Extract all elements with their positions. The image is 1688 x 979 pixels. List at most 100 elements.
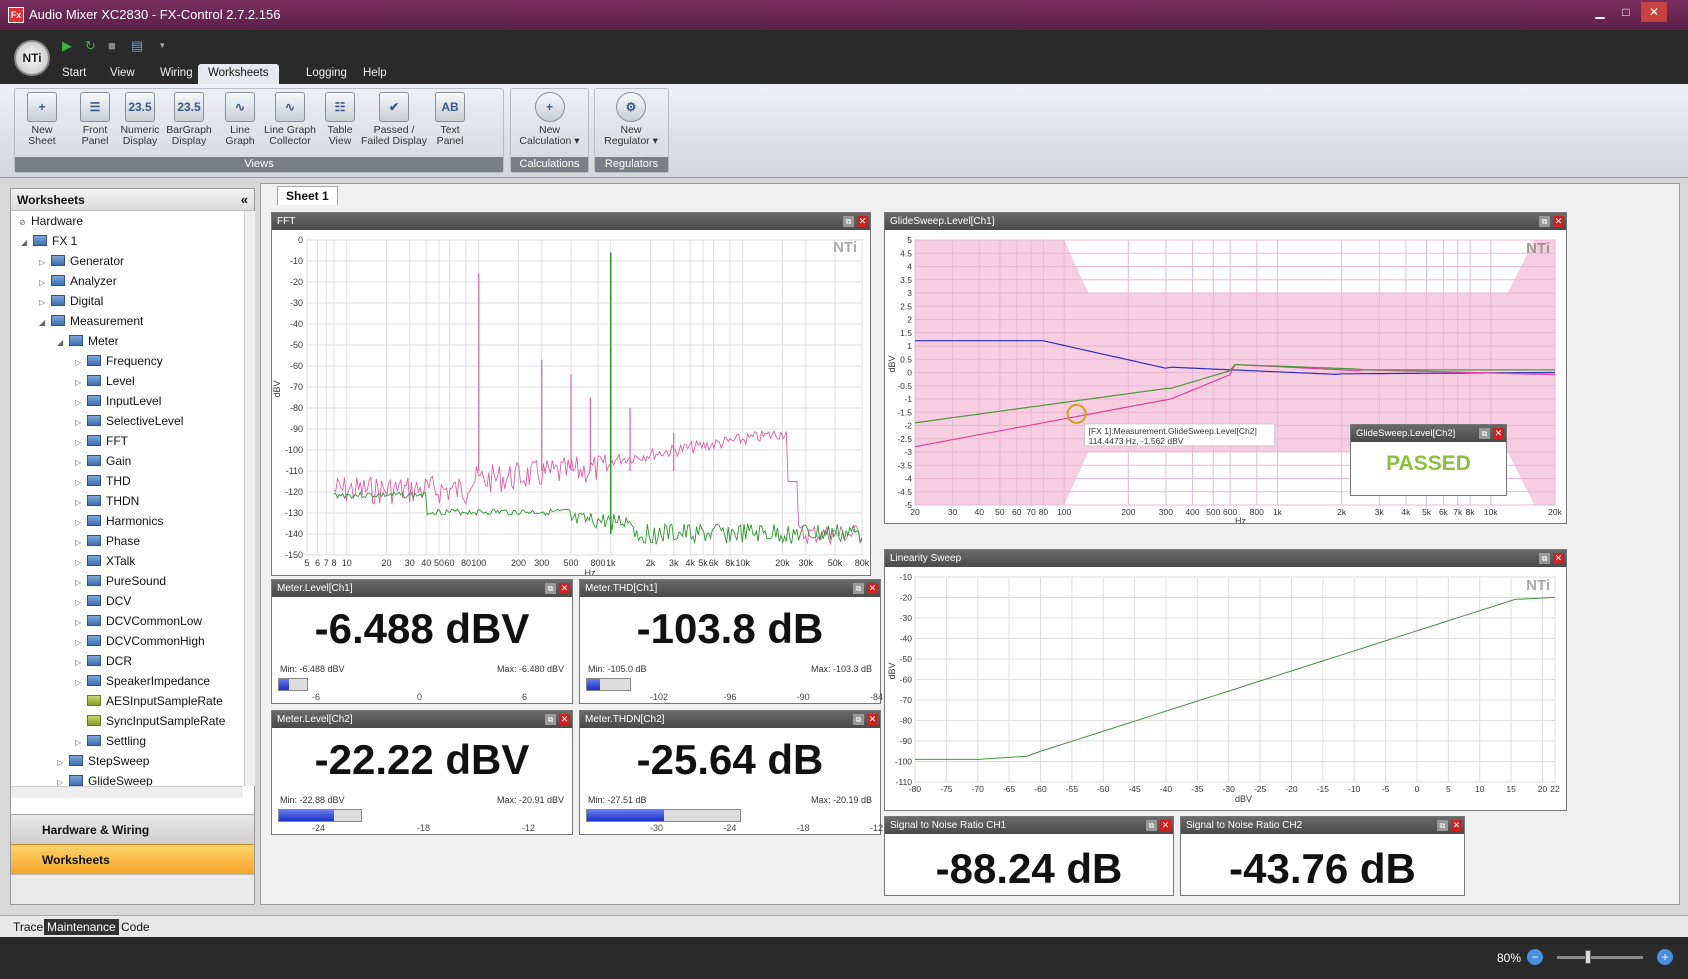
tree-item-thd[interactable]: ▷ THD	[75, 472, 131, 490]
close-panel-icon[interactable]: ✕	[1553, 553, 1564, 564]
tab-wiring[interactable]: Wiring	[150, 64, 203, 84]
expand-icon[interactable]: ▷	[75, 574, 87, 592]
nav-worksheets[interactable]: Worksheets	[11, 844, 254, 874]
tree-item-analyzer[interactable]: ▷ Analyzer	[39, 272, 117, 290]
float-icon[interactable]: ⧉	[843, 216, 854, 227]
play-icon[interactable]: ▶	[62, 38, 77, 53]
tree-item-stepsweep[interactable]: ▷ StepSweep	[57, 752, 149, 770]
passed-failed-button[interactable]: ✔ Passed / Failed Display	[361, 90, 427, 156]
tree-item-dcvcommonlow[interactable]: ▷ DCVCommonLow	[75, 612, 202, 630]
tree-item-phase[interactable]: ▷ Phase	[75, 532, 140, 550]
float-icon[interactable]: ⧉	[853, 583, 864, 594]
numeric-display-button[interactable]: 23.5 Numeric Display	[116, 90, 164, 156]
tree-item-xtalk[interactable]: ▷ XTalk	[75, 552, 135, 570]
tree-item-dcvcommonhigh[interactable]: ▷ DCVCommonHigh	[75, 632, 205, 650]
close-panel-icon[interactable]: ✕	[1553, 216, 1564, 227]
tree-item-gain[interactable]: ▷ Gain	[75, 452, 131, 470]
float-icon[interactable]: ⧉	[853, 714, 864, 725]
close-panel-icon[interactable]: ✕	[867, 583, 878, 594]
tab-logging[interactable]: Logging	[296, 64, 357, 84]
tab-sheet-1[interactable]: Sheet 1	[277, 186, 338, 205]
expand-icon[interactable]: ▷	[39, 274, 51, 292]
new-calculation-button[interactable]: + New Calculation ▾	[512, 90, 587, 156]
refresh-icon[interactable]: ↻	[85, 38, 100, 53]
tab-trace[interactable]: Trace	[10, 919, 46, 935]
app-logo[interactable]: NTi	[14, 40, 50, 76]
expand-icon[interactable]: ▷	[75, 434, 87, 452]
tree-item-dcr[interactable]: ▷ DCR	[75, 652, 132, 670]
tab-help[interactable]: Help	[353, 64, 397, 84]
tab-view[interactable]: View	[100, 64, 145, 84]
text-panel-button[interactable]: AB Text Panel	[426, 90, 474, 156]
close-panel-icon[interactable]: ✕	[867, 714, 878, 725]
float-icon[interactable]: ⧉	[1539, 553, 1550, 564]
tree-item-measurement[interactable]: ◢ Measurement	[39, 312, 143, 330]
table-view-button[interactable]: ☷ Table View	[316, 90, 364, 156]
tree-item-fft[interactable]: ▷ FFT	[75, 432, 128, 450]
tree-item-digital[interactable]: ▷ Digital	[39, 292, 103, 310]
expand-icon[interactable]: ▷	[75, 454, 87, 472]
expand-icon[interactable]: ⊘	[19, 214, 31, 232]
collapse-icon[interactable]: «	[241, 192, 248, 207]
expand-icon[interactable]: ▷	[75, 674, 87, 692]
tree-item-settling[interactable]: ▷ Settling	[75, 732, 146, 750]
line-graph-collector-button[interactable]: ∿ Line Graph Collector	[261, 90, 319, 156]
close-panel-icon[interactable]: ✕	[1451, 820, 1462, 831]
expand-icon[interactable]: ◢	[21, 234, 33, 252]
dropdown-icon[interactable]: ▾	[160, 38, 175, 53]
expand-icon[interactable]: ▷	[75, 374, 87, 392]
zoom-out-icon[interactable]: −	[1527, 949, 1543, 965]
expand-icon[interactable]: ▷	[75, 734, 87, 752]
close-panel-icon[interactable]: ✕	[1493, 428, 1504, 439]
list-icon[interactable]: ▤	[131, 38, 146, 53]
tree-item-selectivelevel[interactable]: ▷ SelectiveLevel	[75, 412, 183, 430]
expand-icon[interactable]: ▷	[75, 474, 87, 492]
float-icon[interactable]: ⧉	[1146, 820, 1157, 831]
front-panel-button[interactable]: ☰ Front Panel	[71, 90, 119, 156]
expand-icon[interactable]: ▷	[75, 414, 87, 432]
expand-icon[interactable]: ▷	[75, 634, 87, 652]
tab-start[interactable]: Start	[52, 64, 96, 84]
tree-item-fx-1[interactable]: ◢ FX 1	[21, 232, 77, 250]
expand-icon[interactable]: ▷	[75, 554, 87, 572]
tab-maintenance[interactable]: Maintenance	[44, 919, 119, 935]
expand-icon[interactable]: ▷	[75, 614, 87, 632]
close-panel-icon[interactable]: ✕	[1160, 820, 1171, 831]
expand-icon[interactable]: ▷	[75, 534, 87, 552]
tree-item-aesinputsamplerate[interactable]: AESInputSampleRate	[75, 692, 223, 710]
tree-vertical-scrollbar[interactable]	[244, 211, 255, 786]
bargraph-display-button[interactable]: 23.5 BarGraph Display	[161, 90, 217, 156]
expand-icon[interactable]: ▷	[57, 774, 69, 786]
expand-icon[interactable]: ▷	[75, 654, 87, 672]
tree-item-syncinputsamplerate[interactable]: SyncInputSampleRate	[75, 712, 225, 730]
tree-item-puresound[interactable]: ▷ PureSound	[75, 572, 166, 590]
tree-item-generator[interactable]: ▷ Generator	[39, 252, 124, 270]
linearity-chart[interactable]: -10-20-30-40-50-60-70-80-90-100-110-80 -7…	[885, 567, 1566, 810]
float-icon[interactable]: ⧉	[1479, 428, 1490, 439]
tree-item-level[interactable]: ▷ Level	[75, 372, 135, 390]
maximize-button[interactable]: □	[1613, 2, 1639, 22]
close-panel-icon[interactable]: ✕	[559, 714, 570, 725]
close-panel-icon[interactable]: ✕	[857, 216, 868, 227]
tab-worksheets[interactable]: Worksheets	[198, 64, 279, 84]
expand-icon[interactable]: ▷	[57, 754, 69, 772]
minimize-button[interactable]: ▁	[1587, 2, 1613, 22]
line-graph-button[interactable]: ∿ Line Graph	[216, 90, 264, 156]
tree-horizontal-scrollbar[interactable]	[11, 786, 243, 798]
zoom-in-icon[interactable]: +	[1657, 949, 1673, 965]
expand-icon[interactable]: ▷	[75, 494, 87, 512]
stop-icon[interactable]: ■	[108, 38, 123, 53]
expand-icon[interactable]: ▷	[75, 354, 87, 372]
close-panel-icon[interactable]: ✕	[559, 583, 570, 594]
expand-icon[interactable]: ▷	[75, 594, 87, 612]
nav-hardware-wiring[interactable]: Hardware & Wiring	[11, 814, 254, 844]
close-button[interactable]: ✕	[1641, 2, 1667, 22]
expand-icon[interactable]: ◢	[57, 334, 69, 352]
tree-item-glidesweep[interactable]: ▷ GlideSweep	[57, 772, 153, 786]
float-icon[interactable]: ⧉	[1539, 216, 1550, 227]
float-icon[interactable]: ⧉	[545, 714, 556, 725]
tree-item-thdn[interactable]: ▷ THDN	[75, 492, 139, 510]
tree-item-inputlevel[interactable]: ▷ InputLevel	[75, 392, 161, 410]
float-icon[interactable]: ⧉	[545, 583, 556, 594]
tree-item-meter[interactable]: ◢ Meter	[57, 332, 119, 350]
